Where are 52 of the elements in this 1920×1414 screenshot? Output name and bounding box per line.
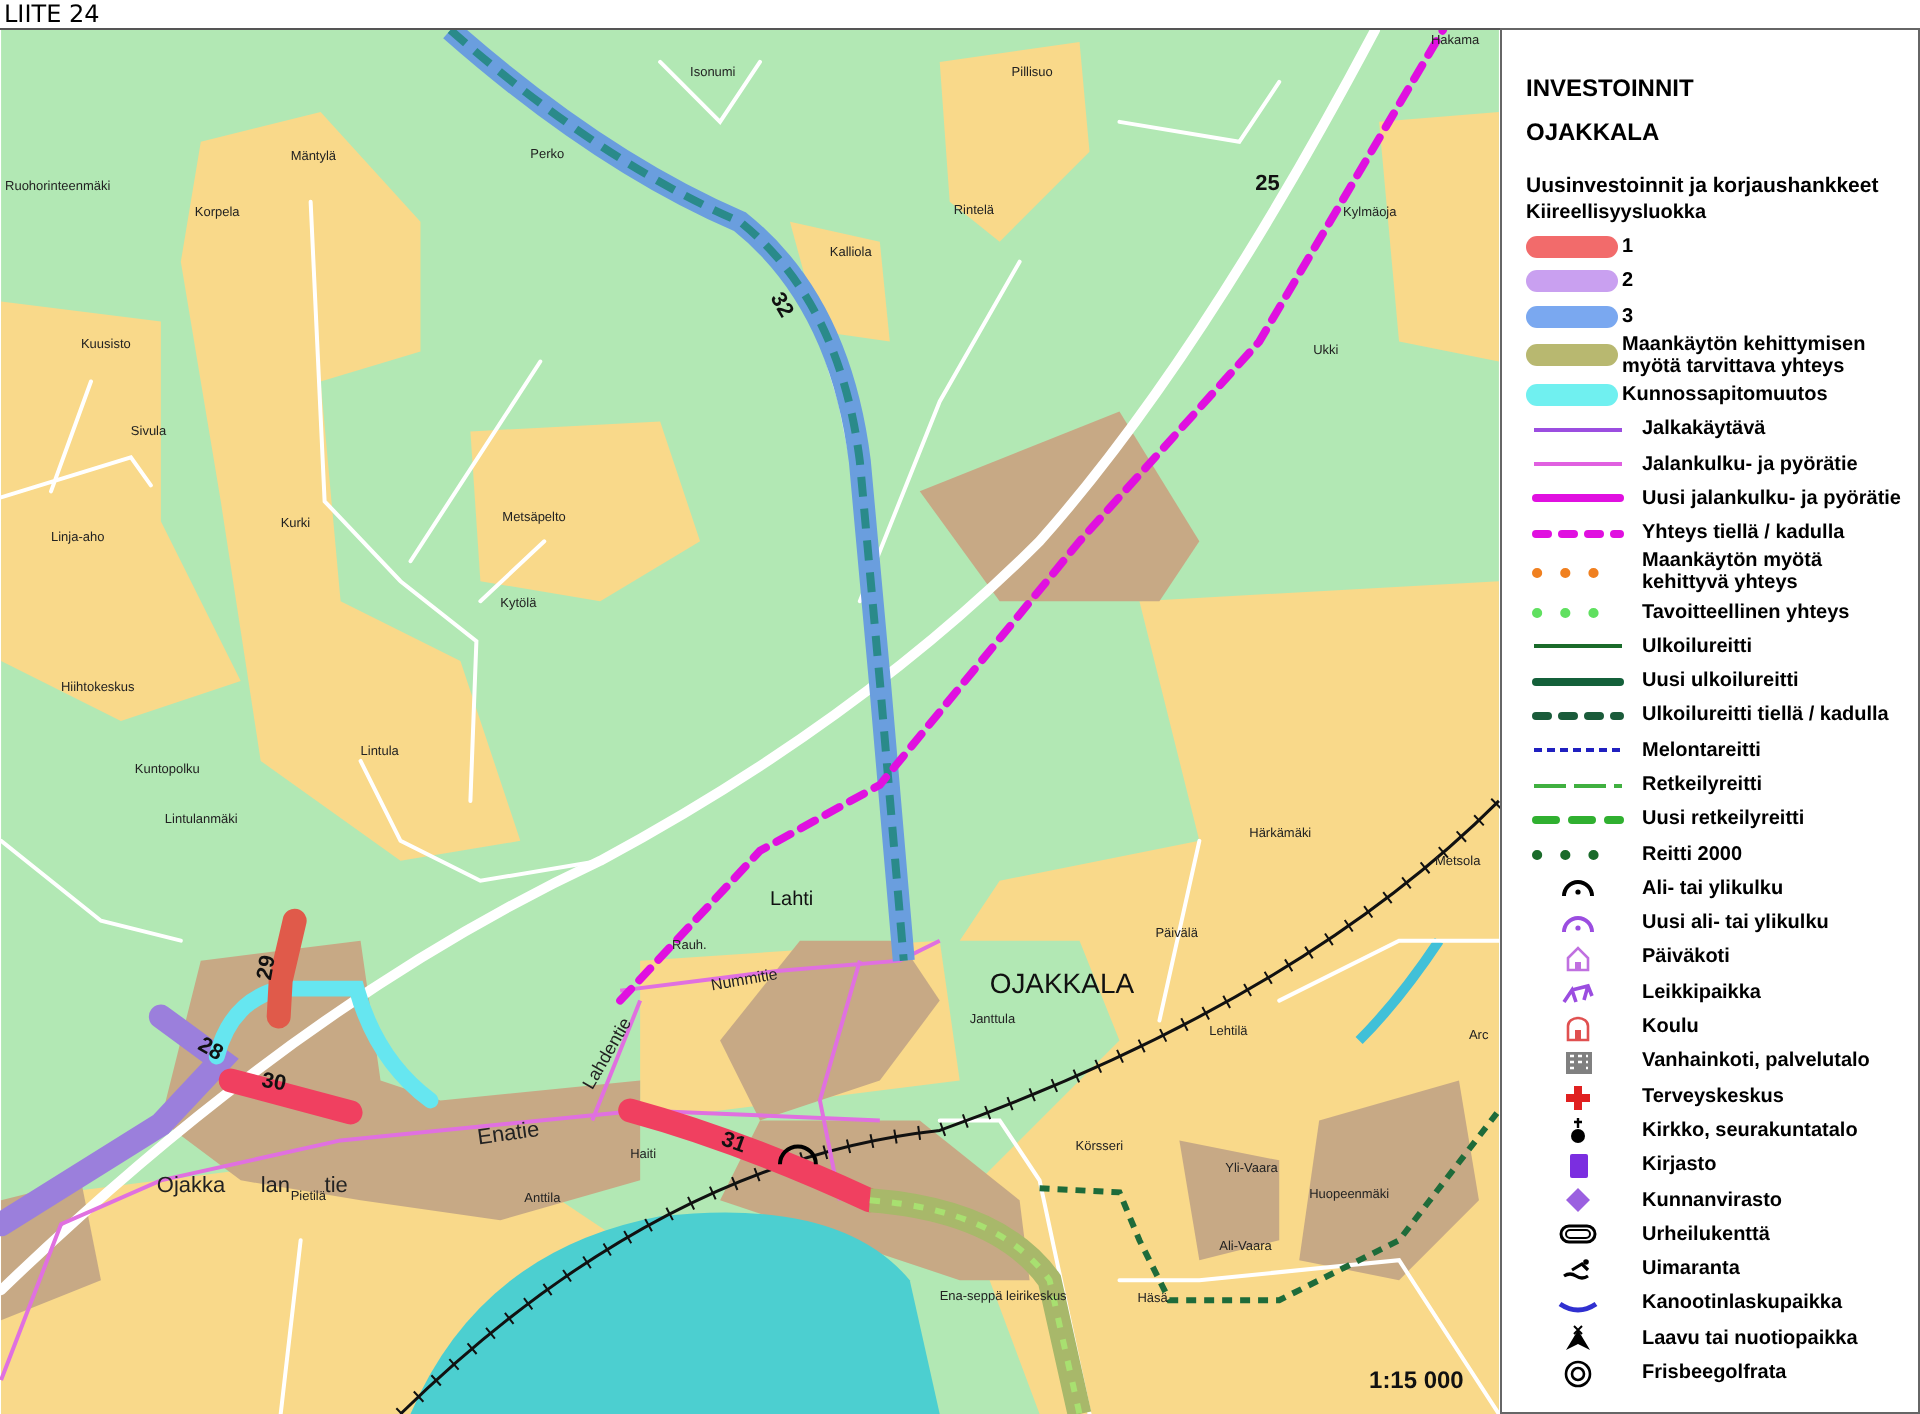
legend-label: Maankäytön myötä kehittyvä yhteys	[1640, 550, 1825, 595]
legend-title: INVESTOINNIT	[1526, 72, 1696, 106]
legend-label: Kunnanvirasto	[1640, 1189, 1783, 1212]
legend-label: Kirkko, seurakuntatalo	[1640, 1119, 1858, 1142]
route-number: 32	[764, 288, 798, 322]
legend-label: Melontareitti	[1640, 739, 1761, 762]
legend-label: Kunnossapitomuutos	[1622, 384, 1828, 407]
street-label: lan	[260, 1174, 290, 1199]
legend-label: Uusi jalankulku- ja pyörätie	[1640, 487, 1901, 510]
page-title: LIITE 24	[2, 0, 100, 28]
route-number: 30	[259, 1068, 288, 1097]
legend-label: Reitti 2000	[1640, 843, 1743, 866]
street-label: tie	[324, 1174, 348, 1199]
legend-label: Laavu tai nuotiopaikka	[1640, 1327, 1858, 1350]
legend-label: Urheilukenttä	[1640, 1223, 1770, 1246]
legend-label: Jalkakäytävä	[1640, 418, 1766, 441]
legend-label: Uusi retkeilyreitti	[1640, 808, 1805, 831]
legend-label: Yhteys tiellä / kadulla	[1640, 522, 1845, 545]
underpass-icon	[777, 1144, 818, 1165]
legend-label: Leikkipaikka	[1640, 981, 1761, 1004]
legend-label: Vanhainkoti, palvelutalo	[1640, 1050, 1870, 1073]
street-label: Ojakka	[156, 1174, 226, 1199]
legend-title: OJAKKALA	[1526, 116, 1662, 150]
legend-label: Ulkoilureitti tiellä / kadulla	[1640, 704, 1889, 727]
legend-label: Kirjasto	[1640, 1154, 1717, 1177]
legend-label: Terveyskeskus	[1640, 1085, 1784, 1108]
legend-label: 3	[1622, 305, 1634, 328]
legend-caption: Kiireellisyysluokka	[1526, 200, 1709, 226]
legend-label: Uimaranta	[1640, 1258, 1740, 1281]
legend-label: Retkeilyreitti	[1640, 774, 1763, 796]
legend-subtitle: Uusinvestoinnit ja korjaushankkeet	[1526, 174, 1881, 200]
route-number: 31	[718, 1127, 750, 1159]
route-number: 28	[193, 1032, 227, 1066]
legend-label: Jalankulku- ja pyörätie	[1640, 453, 1858, 476]
legend-label: Koulu	[1640, 1016, 1699, 1039]
map-scale: 1:15 000	[1369, 1366, 1464, 1395]
street-label: Enatie	[475, 1117, 541, 1151]
legend-label: Maankäytön kehittymisen myötä tarvittava yhteys	[1622, 333, 1868, 378]
legend-label: Uusi ali- tai ylikulku	[1640, 912, 1829, 935]
legend-label: 2	[1622, 270, 1634, 293]
route-number: 25	[1255, 171, 1280, 196]
legend-label: Ulkoilureitti	[1640, 635, 1753, 658]
legend-label: Ali- tai ylikulku	[1640, 877, 1784, 900]
route-number: 29	[252, 953, 281, 982]
town-label: OJAKKALA	[989, 966, 1135, 999]
legend-label: Frisbeegolfrata	[1640, 1362, 1787, 1385]
legend-label: Uusi ulkoilureitti	[1640, 670, 1799, 693]
legend-label: Päiväkoti	[1640, 946, 1730, 969]
legend-label: Kanootinlaskupaikka	[1640, 1292, 1843, 1315]
legend-label: 1	[1622, 236, 1634, 259]
town-label: Lahti	[769, 888, 814, 911]
legend-label: Tavoitteellinen yhteys	[1640, 601, 1850, 624]
